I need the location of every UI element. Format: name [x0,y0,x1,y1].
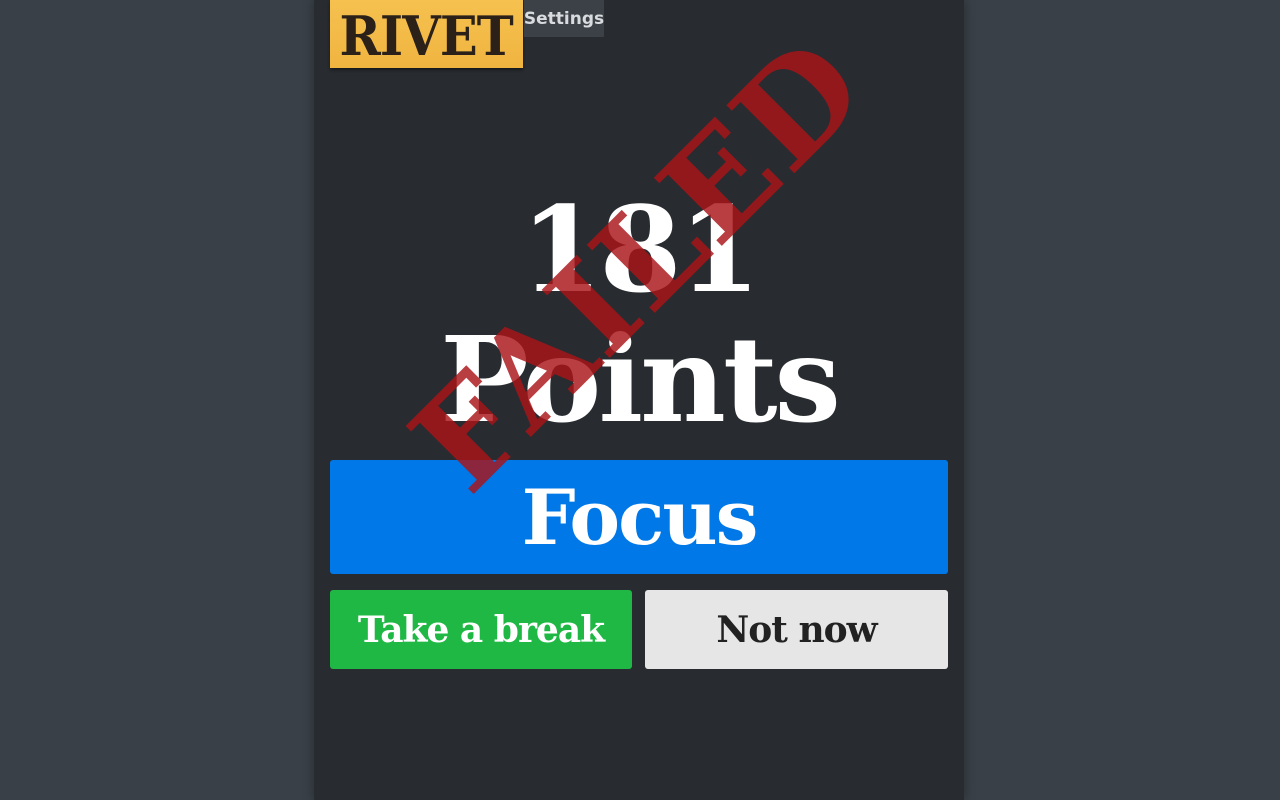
app-logo: RIVET [330,0,523,68]
points-display: 181 Points [440,180,841,449]
not-now-button[interactable]: Not now [645,590,948,669]
main-panel: RIVET Settings 181 Points FAILED Focus T… [314,0,964,800]
focus-button[interactable]: Focus [330,460,948,574]
take-a-break-button[interactable]: Take a break [330,590,632,669]
logo-text: RIVET [339,4,514,68]
settings-button[interactable]: Settings [524,0,604,37]
